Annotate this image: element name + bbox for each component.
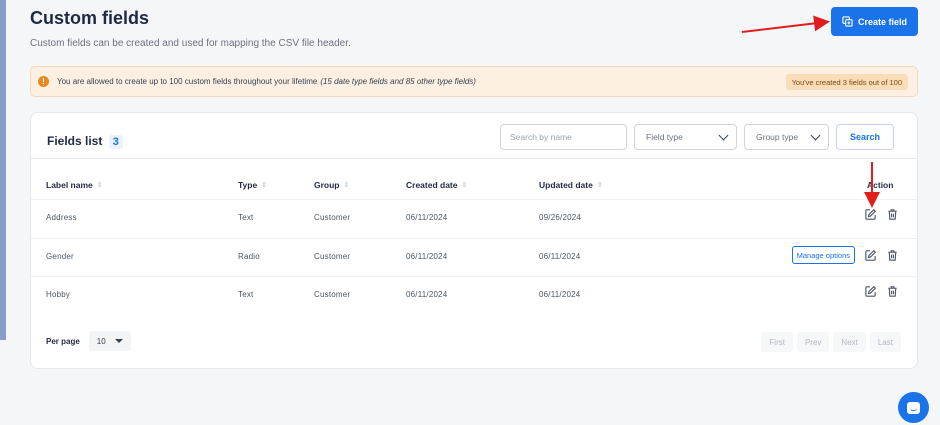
row-actions: Manage options: [791, 246, 899, 264]
page-title: Custom fields: [30, 8, 150, 28]
sort-icon: ⇕: [343, 182, 350, 189]
annotation-arrow-create: [741, 15, 830, 33]
per-page-select[interactable]: 10: [88, 331, 131, 351]
create-field-button[interactable]: Create field: [831, 7, 918, 36]
chat-support-button[interactable]: [898, 392, 929, 423]
column-header-updated-date[interactable]: Updated date ⇕: [539, 180, 603, 190]
cell-label-name: Address: [46, 213, 77, 222]
column-header-group[interactable]: Group ⇕: [314, 180, 349, 190]
page-subtitle: Custom fields can be created and used fo…: [30, 38, 351, 49]
trash-icon[interactable]: [885, 207, 899, 221]
cell-type: Text: [238, 290, 254, 299]
cell-updated-date: 06/11/2024: [539, 290, 581, 299]
fields-list-card: Fields list 3 Field type Group type Sear…: [30, 112, 918, 369]
chat-icon: [907, 401, 920, 414]
pagination: First Prev Next Last: [761, 332, 901, 352]
column-header-created-date[interactable]: Created date ⇕: [406, 180, 467, 190]
edit-icon[interactable]: [863, 248, 877, 262]
sort-icon: ⇕: [596, 182, 603, 189]
cell-group: Customer: [314, 213, 351, 222]
cell-label-name: Gender: [46, 252, 74, 261]
cell-created-date: 06/11/2024: [406, 213, 448, 222]
field-type-select[interactable]: Field type: [634, 124, 737, 150]
edit-icon[interactable]: [863, 284, 877, 298]
notice-detail: (15 date type fields and 85 other type f…: [320, 77, 476, 86]
sort-icon: ⇕: [461, 182, 468, 189]
fields-list-title: Fields list 3: [47, 134, 123, 149]
fields-count-badge: 3: [108, 135, 123, 149]
group-type-label: Group type: [756, 132, 799, 142]
cell-created-date: 06/11/2024: [406, 252, 448, 261]
create-field-label: Create field: [857, 16, 908, 27]
row-actions: [863, 207, 899, 221]
first-page-button[interactable]: First: [761, 332, 793, 352]
cell-label-name: Hobby: [46, 290, 71, 299]
per-page-control: Per page 10: [46, 331, 131, 351]
sort-icon: ⇕: [96, 182, 103, 189]
fields-list-label: Fields list: [47, 134, 103, 148]
table-row: Hobby Text Customer 06/11/2024 06/11/202…: [31, 276, 917, 314]
custom-fields-page: Custom fields Custom fields can be creat…: [0, 0, 940, 425]
sort-icon: ⇕: [261, 182, 268, 189]
cell-group: Customer: [314, 290, 351, 299]
search-input[interactable]: [500, 124, 627, 150]
edit-icon[interactable]: [863, 207, 877, 221]
table-row: Gender Radio Customer 06/11/2024 06/11/2…: [31, 238, 917, 276]
last-page-button[interactable]: Last: [869, 332, 901, 352]
chevron-down-icon: [718, 130, 729, 141]
table-row: Address Text Customer 06/11/2024 09/26/2…: [31, 199, 917, 237]
cell-created-date: 06/11/2024: [406, 290, 448, 299]
notice-text: You are allowed to create up to 100 cust…: [57, 77, 318, 86]
row-actions: [863, 284, 899, 298]
field-limit-notice: ! You are allowed to create up to 100 cu…: [30, 66, 918, 97]
group-type-select[interactable]: Group type: [744, 124, 829, 150]
table-header: Label name ⇕ Type ⇕ Group ⇕ Created date ⇕ U…: [31, 159, 917, 199]
next-page-button[interactable]: Next: [833, 332, 866, 352]
cell-type: Text: [238, 213, 254, 222]
caret-down-icon: [114, 339, 123, 343]
column-header-label-name[interactable]: Label name ⇕: [46, 180, 103, 190]
cell-group: Customer: [314, 252, 351, 261]
cell-type: Radio: [238, 252, 260, 261]
prev-page-button[interactable]: Prev: [796, 332, 830, 352]
column-header-action: Action: [867, 180, 894, 190]
chevron-down-icon: [810, 130, 821, 141]
sidebar-scroll-rail[interactable]: [0, 0, 6, 340]
trash-icon[interactable]: [885, 248, 899, 262]
per-page-label: Per page: [46, 336, 80, 346]
per-page-value: 10: [96, 336, 106, 346]
manage-options-button[interactable]: Manage options: [791, 246, 855, 264]
search-button[interactable]: Search: [836, 124, 894, 150]
cell-updated-date: 09/26/2024: [539, 213, 582, 222]
cell-updated-date: 06/11/2024: [539, 252, 581, 261]
trash-icon[interactable]: [885, 284, 899, 298]
add-field-icon: [842, 16, 853, 27]
column-header-type[interactable]: Type ⇕: [238, 180, 267, 190]
field-type-label: Field type: [646, 132, 683, 142]
exclamation-icon: !: [38, 76, 49, 87]
fields-created-badge: You've created 3 fields out of 100: [785, 74, 908, 90]
